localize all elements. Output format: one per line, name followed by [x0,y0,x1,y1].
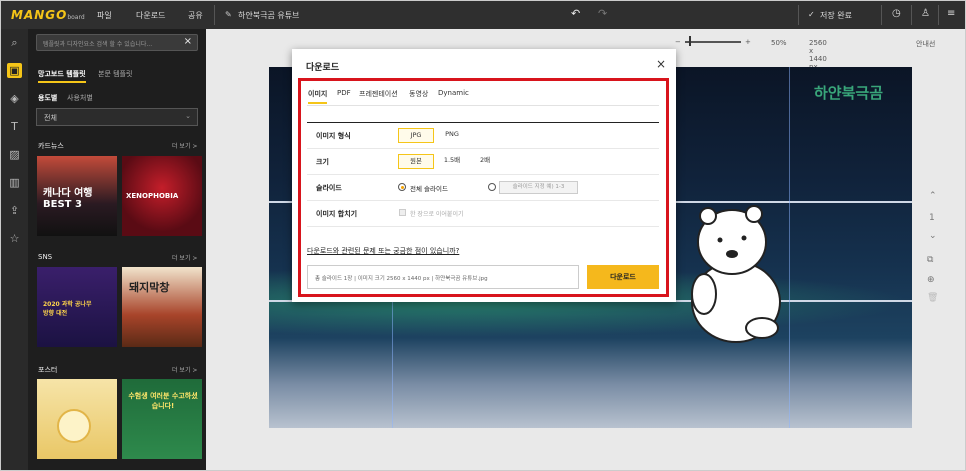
divider [938,5,939,25]
divider [307,105,659,106]
section-title: 포스터 [38,366,58,374]
star-icon[interactable]: ☆ [7,231,22,246]
download-dialog: 다운로드 × 이미지 PDF 프레젠테이션 동영상 Dynamic 이미지 형식… [292,49,676,302]
element-icon[interactable]: ◈ [7,91,22,106]
zoom-out-icon[interactable]: − [675,38,681,46]
dialog-title: 다운로드 [306,63,340,73]
menu-file[interactable]: 파일 [97,10,112,21]
search-icon[interactable]: ⌕ [7,35,22,50]
template-thumbnail[interactable]: 돼지막창 [122,267,202,347]
more-link[interactable]: 더 보기 > [172,253,197,262]
divider [798,5,799,25]
more-link[interactable]: 더 보기 > [172,141,197,150]
radio-all-slides[interactable] [398,183,406,191]
zoom-slider-handle[interactable] [689,36,691,46]
merge-option-label: 한 장으로 이어붙이기 [410,211,464,218]
search-input[interactable]: 템플릿과 디자인요소 검색 할 수 있습니다... × [36,34,198,51]
logo[interactable]: MANGOboard [11,8,85,22]
history-icon[interactable]: ◷ [892,8,901,19]
merge-images-label: 이미지 합치기 [316,210,358,218]
menu-share[interactable]: 공유 [188,10,203,21]
save-status: 저장 완료 [820,11,852,20]
tab-video[interactable]: 동영상 [409,89,428,99]
check-icon: ✓ [808,10,815,19]
divider [307,174,659,175]
chevron-up-icon[interactable]: ⌃ [929,191,937,201]
page-number: 1 [929,213,935,223]
tab-mango-templates[interactable]: 망고보드 템플릿 [38,69,86,83]
tab-dynamic[interactable]: Dynamic [438,89,469,97]
undo-icon[interactable]: ↶ [571,7,580,20]
tab-pdf[interactable]: PDF [337,89,351,97]
food-image [57,409,91,443]
trash-icon[interactable]: 🗑 [927,293,938,303]
format-jpg-option[interactable]: JPG [398,128,434,143]
divider [307,226,659,227]
size-1-5x-option[interactable]: 1.5배 [440,154,464,169]
filter-usage[interactable]: 사용처별 [67,93,93,103]
close-icon[interactable]: × [656,57,666,71]
template-thumbnail[interactable]: XENOPHOBIA [122,156,202,236]
menu-download[interactable]: 다운로드 [136,10,165,21]
tab-body-templates[interactable]: 본문 템플릿 [98,69,132,79]
menu-icon[interactable]: ≡ [947,8,955,19]
size-2x-option[interactable]: 2배 [476,154,494,169]
right-rail: ⌃ 1 ⌄ ⧉ ⊕ 🗑 [917,191,947,311]
tab-image[interactable]: 이미지 [308,89,328,104]
zoom-in-icon[interactable]: + [745,38,751,46]
close-icon[interactable]: × [184,36,192,47]
chevron-down-icon: ⌄ [185,112,191,120]
guide-toggle[interactable]: 안내선 [916,39,935,49]
top-bar: MANGOboard 파일 다운로드 공유 ✎ 하얀북극곰 유튜브 ↶ ↷ ✓ … [1,1,965,29]
help-link[interactable]: 다운로드와 관련된 문제 또는 궁금한 점이 있습니까? [307,246,459,256]
more-link[interactable]: 더 보기 > [172,365,197,374]
guide-line [789,67,790,428]
all-slides-label: 전체 슬라이드 [410,185,448,193]
text-icon[interactable]: T [7,119,22,134]
template-icon[interactable]: ▣ [7,63,22,78]
user-icon[interactable]: ♙ [921,8,930,19]
download-button[interactable]: 다운로드 [587,265,659,289]
format-png-option[interactable]: PNG [440,128,464,143]
redo-icon[interactable]: ↷ [598,7,607,20]
merge-checkbox[interactable] [399,209,406,216]
chart-icon[interactable]: ▥ [7,175,22,190]
left-rail: ⌕ ▣ ◈ T ▨ ▥ ⇪ ☆ [1,29,28,470]
tab-presentation[interactable]: 프레젠테이션 [359,89,398,99]
zoom-level[interactable]: 50% [771,39,787,47]
template-thumbnail[interactable]: 수험생 여러분 수고하셨습니다! [122,379,202,459]
template-thumbnail[interactable] [37,379,117,459]
brand-text: 하얀북극곰 [814,84,884,102]
copy-icon[interactable]: ⧉ [927,255,933,265]
template-thumbnail[interactable]: 2020 과학 공나무 방향 대전 [37,267,117,347]
slide-label: 슬라이드 [316,184,342,192]
download-info: 총 슬라이드 1장 | 이미지 크기 2560 x 1440 px | 하얀북극… [307,265,579,289]
category-dropdown[interactable]: 전체 ⌄ [36,108,198,126]
image-format-label: 이미지 형식 [316,132,351,140]
divider [307,200,659,201]
pencil-icon: ✎ [225,10,232,19]
divider [214,5,215,25]
photo-icon[interactable]: ▨ [7,147,22,162]
divider [881,5,882,25]
upload-icon[interactable]: ⇪ [7,203,22,218]
divider [307,122,659,123]
document-title[interactable]: 하얀북극곰 유튜브 [238,10,299,21]
polar-bear-illustration [691,205,781,343]
size-label: 크기 [316,158,329,166]
zoom-slider[interactable] [685,41,741,43]
template-sidebar: 템플릿과 디자인요소 검색 할 수 있습니다... × 망고보드 템플릿 본문 템… [28,29,206,470]
section-title: SNS [38,253,53,261]
radio-slide-range[interactable] [488,183,496,191]
template-thumbnail[interactable]: 캐나다 여행 BEST 3 [37,156,117,236]
filter-purpose[interactable]: 용도별 [38,93,57,103]
slide-range-input[interactable]: 슬라이드 지정 예) 1-3 [499,181,578,194]
divider [911,5,912,25]
divider [307,148,659,149]
chevron-down-icon[interactable]: ⌄ [929,231,937,241]
add-page-icon[interactable]: ⊕ [927,275,935,285]
app-window: MANGOboard 파일 다운로드 공유 ✎ 하얀북극곰 유튜브 ↶ ↷ ✓ … [0,0,966,471]
size-original-option[interactable]: 원본 [398,154,434,169]
section-title: 카드뉴스 [38,142,64,150]
